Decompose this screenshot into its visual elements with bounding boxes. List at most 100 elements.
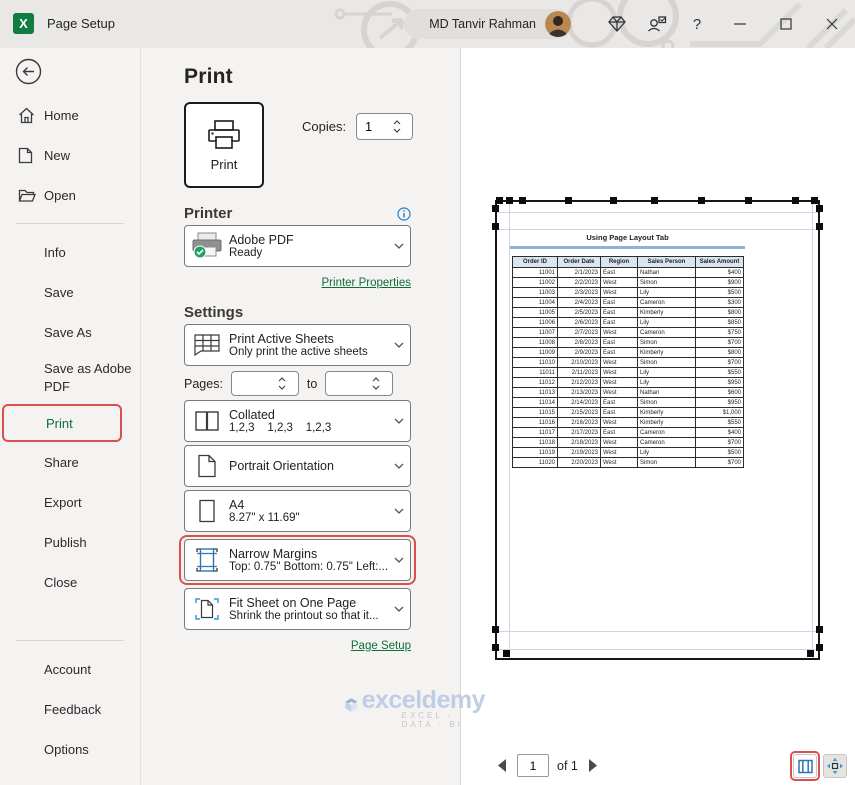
table-cell: 2/16/2023 (557, 417, 601, 428)
orientation-dropdown[interactable]: Portrait Orientation (184, 445, 411, 487)
margin-handle[interactable] (492, 644, 499, 651)
table-header-cell: Sales Person (637, 256, 696, 268)
pages-to-spin-buttons[interactable] (370, 377, 386, 390)
copies-stepper[interactable] (356, 113, 414, 140)
page-setup-link[interactable]: Page Setup (351, 640, 411, 652)
margin-handle[interactable] (492, 626, 499, 633)
pages-from-input[interactable] (231, 372, 276, 395)
copies-spin-buttons[interactable] (391, 120, 407, 133)
printer-properties-link[interactable]: Printer Properties (322, 277, 411, 289)
sidebar-item-save[interactable]: Save (0, 272, 140, 312)
sidebar-item-options[interactable]: Options (0, 729, 140, 769)
active-sheets-icon (185, 333, 229, 357)
minimize-button[interactable] (717, 0, 763, 48)
margin-handle[interactable] (506, 197, 513, 204)
new-document-icon (18, 147, 44, 164)
back-button[interactable] (15, 58, 42, 85)
table-cell: 2/7/2023 (557, 327, 601, 338)
chevron-up-icon (278, 377, 286, 382)
pages-from-spin-buttons[interactable] (276, 377, 292, 390)
table-cell: Kimberly (637, 417, 696, 428)
table-cell: 11011 (512, 367, 558, 378)
margin-handle[interactable] (698, 197, 705, 204)
next-page-button[interactable] (586, 757, 600, 775)
paper-size-dropdown[interactable]: A4 8.27" x 11.69" (184, 490, 411, 532)
margin-handle[interactable] (492, 205, 499, 212)
copies-input[interactable] (357, 114, 392, 139)
sidebar-item-print[interactable]: Print (4, 406, 120, 440)
margin-handle[interactable] (745, 197, 752, 204)
sidebar-item-publish[interactable]: Publish (0, 522, 140, 562)
info-icon[interactable] (397, 206, 411, 221)
sidebar-item-new[interactable]: New (0, 135, 140, 175)
table-cell: 2/6/2023 (557, 317, 601, 328)
table-row: 11012 2/12/2023 West Lily $950 (512, 377, 744, 388)
pages-to-label: to (306, 376, 318, 391)
margin-handle[interactable] (610, 197, 617, 204)
margin-handle[interactable] (496, 197, 503, 204)
table-cell: $800 (695, 347, 744, 358)
table-cell: Simon (637, 337, 696, 348)
zoom-to-page-button[interactable] (823, 754, 847, 778)
table-row: 11016 2/16/2023 West Kimberly $550 (512, 417, 744, 428)
current-page-input[interactable] (517, 754, 549, 777)
margin-handle[interactable] (807, 650, 814, 657)
margin-handle[interactable] (792, 197, 799, 204)
table-row: 11018 2/18/2023 West Cameron $700 (512, 437, 744, 448)
margin-handle[interactable] (503, 650, 510, 657)
account-user-button[interactable]: MD Tanvir Rahman (429, 11, 571, 37)
show-margins-annotation-box (790, 751, 820, 781)
sidebar-item-export[interactable]: Export (0, 482, 140, 522)
print-button[interactable]: Print (184, 102, 264, 188)
printer-dropdown[interactable]: Adobe PDF Ready (184, 225, 411, 267)
print-what-dropdown[interactable]: Print Active Sheets Only print the activ… (184, 324, 411, 366)
table-cell: East (600, 427, 638, 438)
collation-dropdown[interactable]: Collated 1,2,3 1,2,3 1,2,3 (184, 400, 411, 442)
sidebar-item-home[interactable]: Home (0, 95, 140, 135)
table-cell: $500 (695, 287, 744, 298)
table-cell: Lily (637, 377, 696, 388)
margin-handle[interactable] (816, 205, 823, 212)
sidebar-item-feedback[interactable]: Feedback (0, 689, 140, 729)
chevron-down-icon (278, 385, 286, 390)
margin-handle[interactable] (811, 197, 818, 204)
margin-handle[interactable] (816, 626, 823, 633)
table-cell: West (600, 367, 638, 378)
help-button[interactable]: ? (677, 0, 717, 48)
margin-handle[interactable] (651, 197, 658, 204)
margin-handle[interactable] (565, 197, 572, 204)
user-avatar[interactable] (545, 11, 571, 37)
sidebar-item-info[interactable]: Info (0, 232, 140, 272)
sheet-title-underline (510, 246, 745, 249)
margin-handle[interactable] (492, 223, 499, 230)
maximize-button[interactable] (763, 0, 809, 48)
sidebar-item-label: Save (44, 284, 74, 300)
table-cell: 11016 (512, 417, 558, 428)
share-people-icon[interactable] (637, 0, 677, 48)
table-row: 11011 2/11/2023 West Lily $550 (512, 367, 744, 378)
table-cell: 2/5/2023 (557, 307, 601, 318)
margin-guide-line (497, 649, 818, 650)
sidebar-item-save-as[interactable]: Save As (0, 312, 140, 352)
margin-handle[interactable] (816, 644, 823, 651)
sidebar-item-close[interactable]: Close (0, 562, 140, 602)
close-button[interactable] (809, 0, 855, 48)
previous-page-button[interactable] (495, 757, 509, 775)
pages-to-input[interactable] (326, 372, 371, 395)
sidebar-item-open[interactable]: Open (0, 175, 140, 215)
table-cell: Simon (637, 357, 696, 368)
table-cell: $750 (695, 327, 744, 338)
table-cell: East (600, 347, 638, 358)
sidebar-item-account[interactable]: Account (0, 649, 140, 689)
premium-gem-icon[interactable] (597, 0, 637, 48)
margin-handle[interactable] (519, 197, 526, 204)
table-cell: Lily (637, 287, 696, 298)
scaling-dropdown[interactable]: Fit Sheet on One Page Shrink the printou… (184, 588, 411, 630)
margins-dropdown[interactable]: Narrow Margins Top: 0.75" Bottom: 0.75" … (184, 539, 411, 581)
sidebar-item-save-as-adobe-pdf[interactable]: Save as Adobe PDF (0, 352, 140, 404)
pages-from-stepper[interactable] (230, 371, 299, 396)
show-margins-button[interactable] (793, 754, 817, 778)
margin-handle[interactable] (816, 223, 823, 230)
pages-to-stepper[interactable] (325, 371, 394, 396)
sidebar-item-share[interactable]: Share (0, 442, 140, 482)
